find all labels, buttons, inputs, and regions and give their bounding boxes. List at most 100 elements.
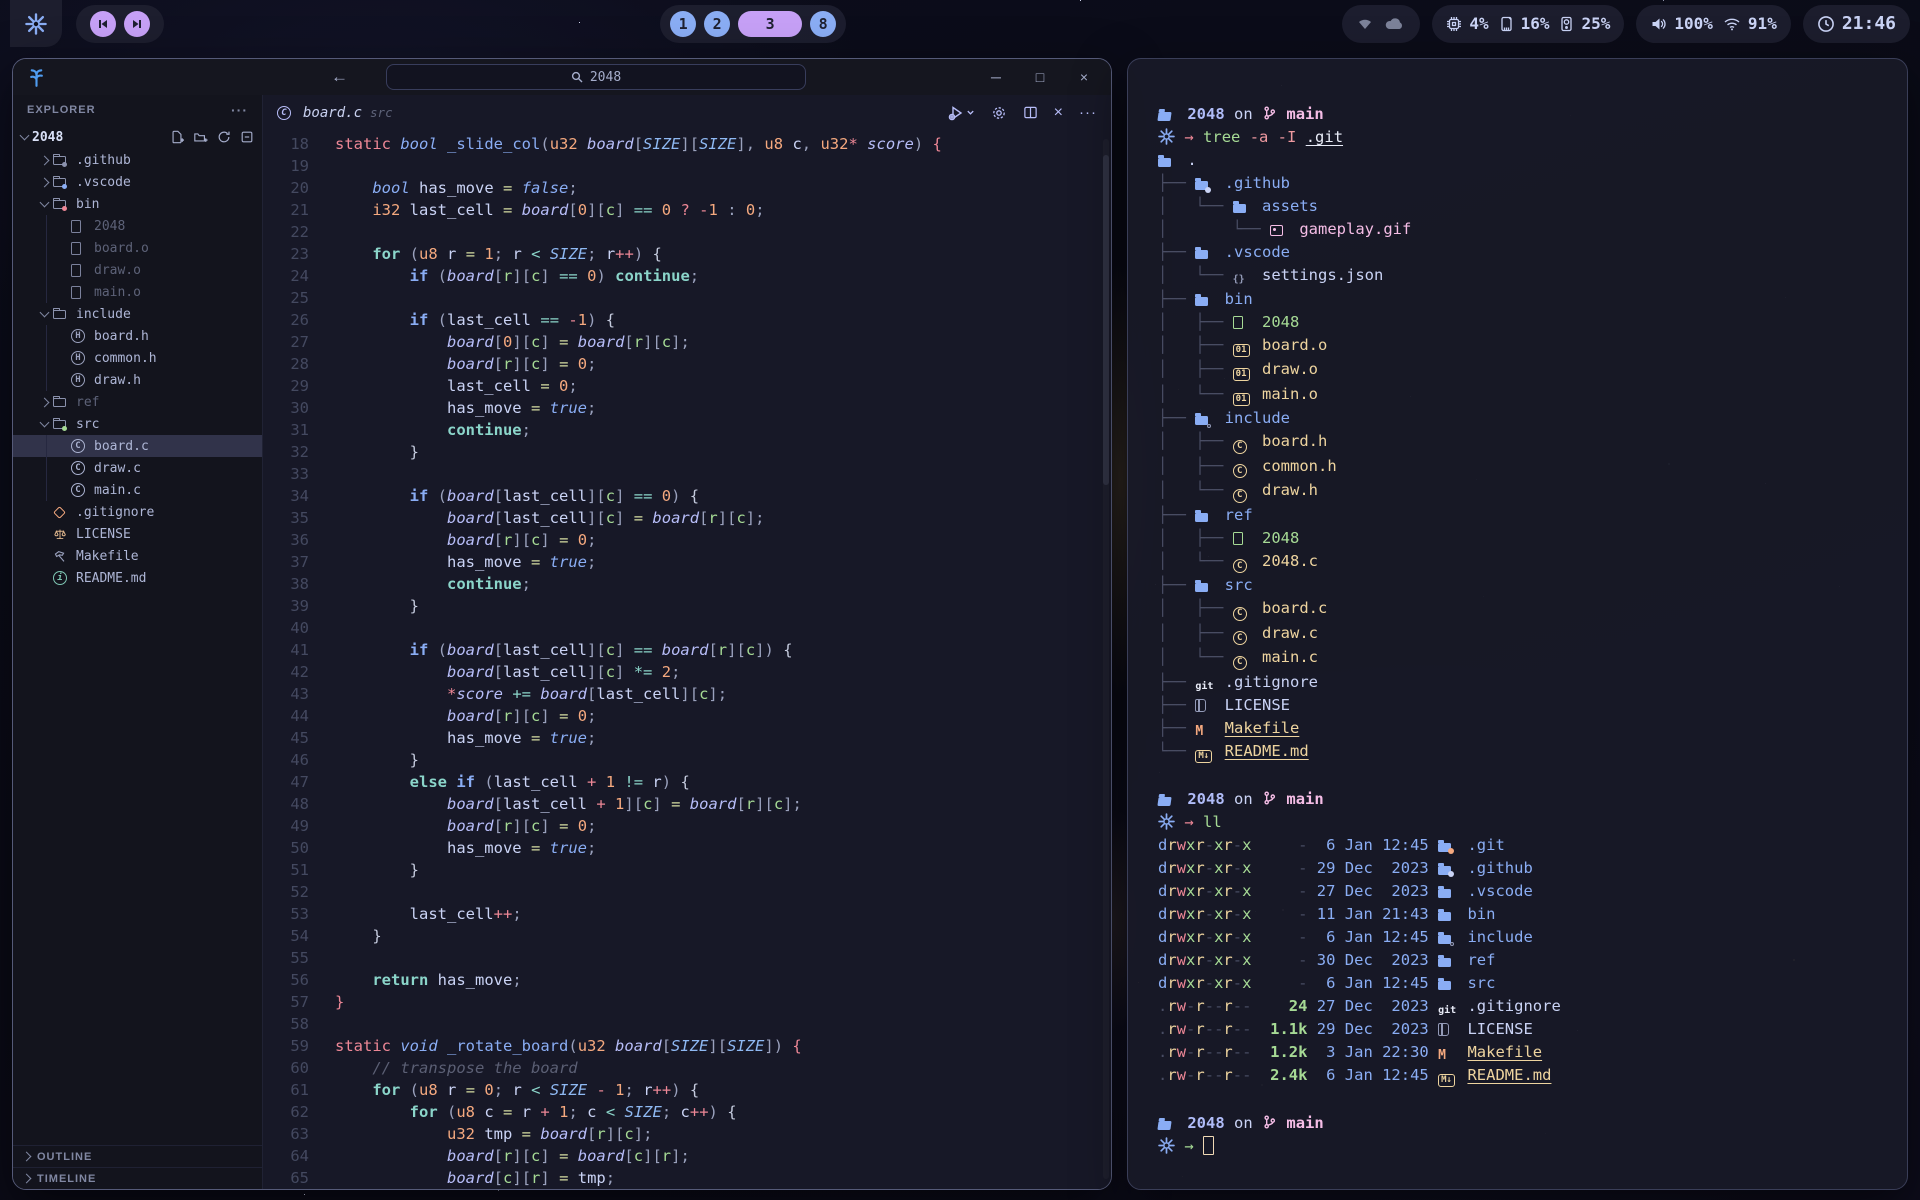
code-line[interactable]: 22 xyxy=(263,221,1111,243)
explorer-item-.gitignore[interactable]: .gitignore xyxy=(13,501,262,523)
explorer-item-.github[interactable]: .github xyxy=(13,149,262,171)
code-line[interactable]: 43 *score += board[last_cell][c]; xyxy=(263,683,1111,705)
code-line[interactable]: 41 if (board[last_cell][c] == board[r][c… xyxy=(263,639,1111,661)
code-line[interactable]: 58 xyxy=(263,1013,1111,1035)
explorer-item-board.h[interactable]: Hboard.h xyxy=(13,325,262,347)
explorer-item-main.o[interactable]: main.o xyxy=(13,281,262,303)
nixos-logo-button[interactable] xyxy=(10,0,62,47)
audio-network[interactable]: 100% 91% xyxy=(1636,5,1790,43)
command-search-box[interactable]: 2048 xyxy=(386,64,806,90)
explorer-item-draw.c[interactable]: Cdraw.c xyxy=(13,457,262,479)
explorer-item-draw.h[interactable]: Hdraw.h xyxy=(13,369,262,391)
code-line[interactable]: 24 if (board[r][c] == 0) continue; xyxy=(263,265,1111,287)
code-line[interactable]: 39 } xyxy=(263,595,1111,617)
explorer-root-folder[interactable]: 2048 xyxy=(13,125,262,149)
nav-back-button[interactable]: ← xyxy=(331,67,348,87)
tab-board-c[interactable]: C board.c src xyxy=(277,105,393,121)
explorer-item-LICENSE[interactable]: LICENSE xyxy=(13,523,262,545)
code-line[interactable]: 52 xyxy=(263,881,1111,903)
workspace-2[interactable]: 2 xyxy=(704,11,730,37)
explorer-item-draw.o[interactable]: draw.o xyxy=(13,259,262,281)
workspace-1[interactable]: 1 xyxy=(670,11,696,37)
code-line[interactable]: 31 continue; xyxy=(263,419,1111,441)
close-editor-icon[interactable]: × xyxy=(1054,104,1063,122)
explorer-more-button[interactable]: ··· xyxy=(231,102,248,118)
code-line[interactable]: 33 xyxy=(263,463,1111,485)
explorer-item-src[interactable]: src xyxy=(13,413,262,435)
code-line[interactable]: 34 if (board[last_cell][c] == 0) { xyxy=(263,485,1111,507)
code-line[interactable]: 28 board[r][c] = 0; xyxy=(263,353,1111,375)
code-editor[interactable]: 18static bool _slide_col(u32 board[SIZE]… xyxy=(263,130,1111,1189)
clock-widget[interactable]: 21:46 xyxy=(1803,5,1910,43)
code-line[interactable]: 20 bool has_move = false; xyxy=(263,177,1111,199)
workspace-3[interactable]: 3 xyxy=(738,11,802,37)
code-line[interactable]: 46 } xyxy=(263,749,1111,771)
code-line[interactable]: 54 } xyxy=(263,925,1111,947)
code-line[interactable]: 37 has_move = true; xyxy=(263,551,1111,573)
code-line[interactable]: 18static bool _slide_col(u32 board[SIZE]… xyxy=(263,133,1111,155)
code-line[interactable]: 53 last_cell++; xyxy=(263,903,1111,925)
code-line[interactable]: 47 else if (last_cell + 1 != r) { xyxy=(263,771,1111,793)
code-line[interactable]: 40 xyxy=(263,617,1111,639)
code-line[interactable]: 48 board[last_cell + 1][c] = board[r][c]… xyxy=(263,793,1111,815)
code-line[interactable]: 63 u32 tmp = board[r][c]; xyxy=(263,1123,1111,1145)
weather-widget[interactable] xyxy=(1342,5,1420,43)
code-line[interactable]: 65 board[c][r] = tmp; xyxy=(263,1167,1111,1189)
vscode-titlebar[interactable]: ← → 2048 ─ □ × xyxy=(13,59,1111,95)
explorer-item-common.h[interactable]: Hcommon.h xyxy=(13,347,262,369)
explorer-item-board.c[interactable]: Cboard.c xyxy=(13,435,262,457)
media-prev-button[interactable] xyxy=(90,11,116,37)
close-button[interactable]: × xyxy=(1075,69,1093,85)
workspace-8[interactable]: 8 xyxy=(810,11,836,37)
code-line[interactable]: 36 board[r][c] = 0; xyxy=(263,529,1111,551)
code-line[interactable]: 25 xyxy=(263,287,1111,309)
settings-gear-icon[interactable] xyxy=(991,105,1007,121)
code-line[interactable]: 56 return has_move; xyxy=(263,969,1111,991)
code-line[interactable]: 49 board[r][c] = 0; xyxy=(263,815,1111,837)
explorer-item-Makefile[interactable]: Makefile xyxy=(13,545,262,567)
code-line[interactable]: 35 board[last_cell][c] = board[r][c]; xyxy=(263,507,1111,529)
code-line[interactable]: 38 continue; xyxy=(263,573,1111,595)
code-line[interactable]: 19 xyxy=(263,155,1111,177)
code-line[interactable]: 44 board[r][c] = 0; xyxy=(263,705,1111,727)
collapse-all-button[interactable] xyxy=(240,130,254,144)
maximize-button[interactable]: □ xyxy=(1031,69,1049,85)
code-line[interactable]: 51 } xyxy=(263,859,1111,881)
code-line[interactable]: 32 } xyxy=(263,441,1111,463)
new-folder-button[interactable] xyxy=(193,130,208,144)
code-line[interactable]: 27 board[0][c] = board[r][c]; xyxy=(263,331,1111,353)
refresh-button[interactable] xyxy=(217,130,231,144)
code-line[interactable]: 21 i32 last_cell = board[0][c] == 0 ? -1… xyxy=(263,199,1111,221)
explorer-item-main.c[interactable]: Cmain.c xyxy=(13,479,262,501)
code-line[interactable]: 61 for (u8 r = 0; r < SIZE - 1; r++) { xyxy=(263,1079,1111,1101)
more-actions-icon[interactable]: ··· xyxy=(1079,104,1097,121)
explorer-item-ref[interactable]: ref xyxy=(13,391,262,413)
system-stats[interactable]: 4% 16% 25% xyxy=(1432,5,1624,43)
split-editor-icon[interactable] xyxy=(1023,105,1038,120)
explorer-item-.vscode[interactable]: .vscode xyxy=(13,171,262,193)
code-line[interactable]: 45 has_move = true; xyxy=(263,727,1111,749)
terminal-content[interactable]: 2048 on main → tree -a -I .git .├── .git… xyxy=(1128,59,1907,1158)
editor-scrollbar-thumb[interactable] xyxy=(1103,155,1109,485)
explorer-item-board.o[interactable]: board.o xyxy=(13,237,262,259)
code-line[interactable]: 30 has_move = true; xyxy=(263,397,1111,419)
code-line[interactable]: 26 if (last_cell == -1) { xyxy=(263,309,1111,331)
code-line[interactable]: 42 board[last_cell][c] *= 2; xyxy=(263,661,1111,683)
code-line[interactable]: 64 board[r][c] = board[c][r]; xyxy=(263,1145,1111,1167)
code-line[interactable]: 60 // transpose the board xyxy=(263,1057,1111,1079)
explorer-item-bin[interactable]: bin xyxy=(13,193,262,215)
code-line[interactable]: 62 for (u8 c = r + 1; c < SIZE; c++) { xyxy=(263,1101,1111,1123)
code-line[interactable]: 55 xyxy=(263,947,1111,969)
minimize-button[interactable]: ─ xyxy=(987,69,1005,85)
explorer-item-README.md[interactable]: iREADME.md xyxy=(13,567,262,589)
code-line[interactable]: 50 has_move = true; xyxy=(263,837,1111,859)
explorer-item-include[interactable]: include xyxy=(13,303,262,325)
explorer-item-2048[interactable]: 2048 xyxy=(13,215,262,237)
new-file-button[interactable] xyxy=(170,130,184,144)
timeline-panel-header[interactable]: TIMELINE xyxy=(13,1167,262,1189)
code-line[interactable]: 57} xyxy=(263,991,1111,1013)
outline-panel-header[interactable]: OUTLINE xyxy=(13,1145,262,1167)
code-line[interactable]: 59static void _rotate_board(u32 board[SI… xyxy=(263,1035,1111,1057)
media-next-button[interactable] xyxy=(124,11,150,37)
run-debug-button[interactable] xyxy=(948,105,975,121)
